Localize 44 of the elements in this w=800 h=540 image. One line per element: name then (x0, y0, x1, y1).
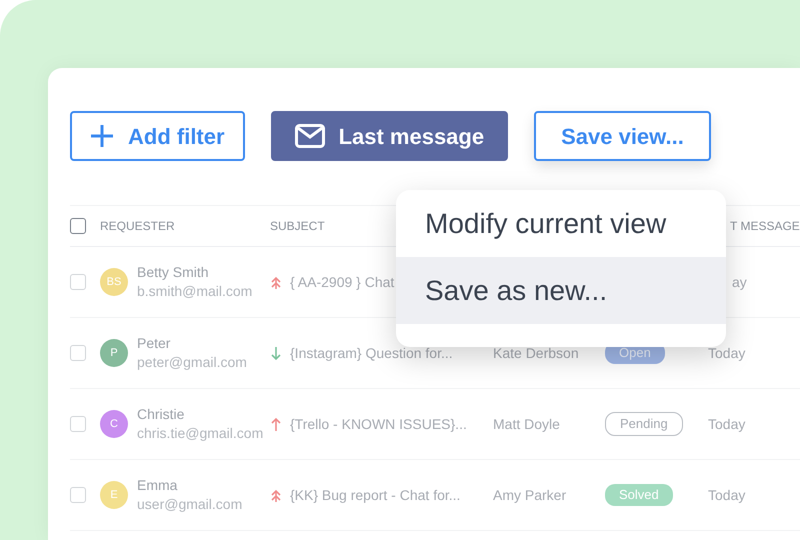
status-badge: Pending (605, 412, 683, 436)
avatar: C (100, 410, 128, 438)
last-message-time: Today (708, 344, 746, 363)
column-header: SUBJECT (270, 218, 325, 235)
avatar: P (100, 339, 128, 367)
agent-name: Matt Doyle (493, 414, 560, 434)
agent-name: Amy Parker (493, 486, 566, 505)
requester-name: Betty Smith (137, 263, 210, 282)
subject-text: { AA-2909 } Chat (290, 272, 394, 292)
row-checkbox[interactable] (70, 274, 86, 290)
avatar: E (100, 481, 128, 509)
requester-email: peter@gmail.com (137, 353, 247, 372)
menu-item[interactable]: Modify current view (396, 190, 726, 257)
toolbar-button[interactable]: Add filter (70, 111, 245, 161)
row-checkbox[interactable] (70, 345, 86, 361)
requester-name: Christie (137, 405, 186, 424)
subject-text: {Instagram} Question for... (290, 344, 453, 363)
subject-text: {KK} Bug report - Chat for... (290, 486, 460, 505)
agent-name: Kate Derbson (493, 344, 579, 362)
column-header: T MESSAGE (730, 218, 800, 235)
row-checkbox[interactable] (70, 416, 86, 432)
requester-email: user@gmail.com (137, 495, 242, 514)
status-badge: Solved (605, 484, 673, 506)
down-arrow-icon (270, 346, 282, 360)
select-all-checkbox[interactable] (70, 218, 86, 234)
requester-email: b.smith@mail.com (137, 282, 252, 301)
requester-name: Peter (137, 334, 172, 353)
last-message-time: Today (708, 486, 746, 505)
toolbar-button[interactable]: Last message (270, 111, 508, 161)
double-up-arrow-icon (270, 275, 282, 289)
menu-item[interactable]: Save as new... (396, 257, 726, 324)
last-message-time: ay (732, 272, 747, 292)
plus-icon (90, 124, 114, 148)
requester-email: chris.tie@gmail.com (137, 424, 264, 443)
double-up-arrow-icon (270, 488, 282, 502)
last-message-time: Today (708, 414, 746, 434)
row-checkbox[interactable] (70, 487, 86, 503)
requester-name: Emma (137, 476, 178, 495)
mail-icon (294, 124, 325, 148)
up-arrow-icon (270, 417, 282, 431)
subject-text: {Trello - KNOWN ISSUES}... (290, 414, 467, 434)
avatar: BS (100, 268, 128, 296)
toolbar-button[interactable]: Save view... (534, 111, 711, 161)
column-header: REQUESTER (100, 218, 175, 235)
